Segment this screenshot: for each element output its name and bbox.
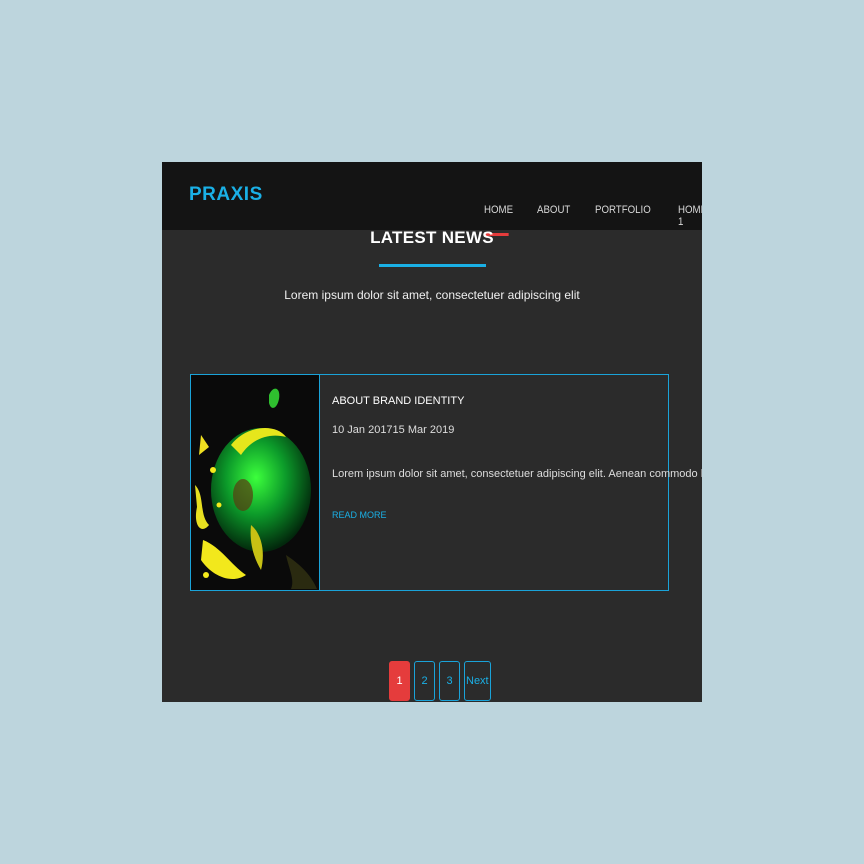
- section-title: LATEST NEWS: [370, 228, 494, 247]
- website-window: PRAXIS HOME ABOUT PORTFOLIO HOME 1 LATES…: [162, 162, 702, 702]
- nav-item-about[interactable]: ABOUT: [537, 204, 570, 228]
- news-card-title[interactable]: ABOUT BRAND IDENTITY: [332, 395, 464, 407]
- nav-item-portfolio[interactable]: PORTFOLIO: [595, 204, 651, 228]
- news-card-date: 10 Jan 201715 Mar 2019: [332, 424, 455, 436]
- navbar: PRAXIS HOME ABOUT PORTFOLIO HOME 1: [162, 162, 702, 236]
- news-thumbnail-image[interactable]: [191, 375, 320, 590]
- news-card: ABOUT BRAND IDENTITY 10 Jan 201715 Mar 2…: [190, 374, 702, 591]
- page-button-2[interactable]: 2: [414, 661, 435, 701]
- brand-logo[interactable]: PRAXIS: [189, 184, 263, 206]
- page-button-3[interactable]: 3: [439, 661, 460, 701]
- abstract-sphere-image: [191, 375, 319, 590]
- main-nav: HOME ABOUT PORTFOLIO HOME 1: [484, 204, 702, 236]
- news-card-excerpt: Lorem ipsum dolor sit amet, consectetuer…: [332, 468, 702, 480]
- read-more-link[interactable]: READ MORE: [332, 510, 387, 520]
- section-subtitle: Lorem ipsum dolor sit amet, consectetuer…: [284, 288, 580, 302]
- next-page-button[interactable]: Next: [464, 661, 491, 701]
- nav-item-home[interactable]: HOME: [484, 204, 513, 236]
- title-underline: [379, 264, 486, 267]
- nav-item-home-1[interactable]: HOME 1: [678, 204, 702, 228]
- page-button-1[interactable]: 1: [389, 661, 410, 701]
- pagination: 1 2 3 Next: [389, 661, 491, 701]
